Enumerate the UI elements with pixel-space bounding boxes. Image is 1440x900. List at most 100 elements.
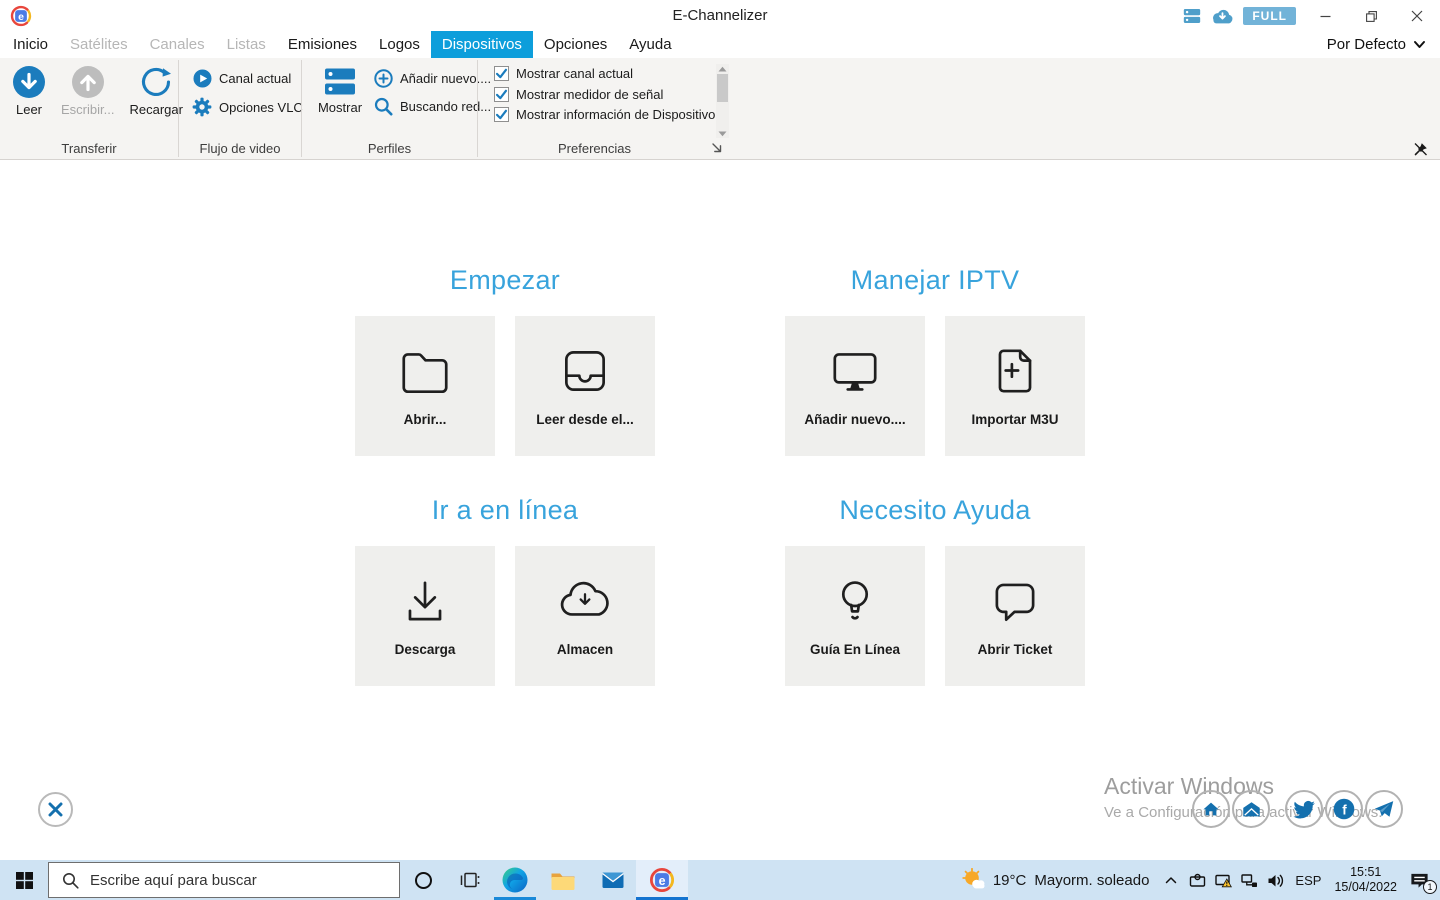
- facebook-icon: f: [1327, 790, 1361, 828]
- receiver-icon: [556, 342, 614, 400]
- tab-listas[interactable]: Listas: [216, 31, 277, 58]
- preferences-scrollbar[interactable]: [716, 64, 729, 138]
- pref-mostrar-info-dispositivo[interactable]: Mostrar información de Dispositivo: [494, 107, 715, 122]
- scroll-down-icon[interactable]: [716, 129, 729, 138]
- profile-selector[interactable]: Por Defecto: [1327, 31, 1426, 58]
- telegram-icon: [1371, 796, 1397, 822]
- home-icon: [1199, 797, 1223, 821]
- edge-taskbar-button[interactable]: [492, 860, 538, 900]
- tile-almacen[interactable]: Almacen: [515, 546, 655, 686]
- tab-inicio[interactable]: Inicio: [2, 31, 59, 58]
- weather-condition[interactable]: Mayorm. soleado: [1034, 872, 1149, 889]
- chat-bubble-icon: [986, 572, 1044, 630]
- tile-importar-m3u[interactable]: Importar M3U: [945, 316, 1085, 456]
- action-center-button[interactable]: 1: [1409, 871, 1430, 890]
- cloud-download-icon: [556, 572, 614, 630]
- close-welcome-button[interactable]: [38, 792, 73, 827]
- section-empezar: Empezar Abrir... Leer desde el...: [355, 266, 655, 456]
- search-input[interactable]: [90, 872, 360, 889]
- canal-actual-button[interactable]: Canal actual: [193, 69, 291, 88]
- buscando-red-button[interactable]: Buscando red...: [374, 97, 491, 116]
- weather-temp[interactable]: 19°C: [993, 872, 1027, 889]
- upload-circle-icon: [71, 65, 105, 99]
- anadir-nuevo-button[interactable]: Añadir nuevo....: [374, 69, 491, 88]
- scrollbar-thumb[interactable]: [717, 74, 728, 102]
- echannelizer-taskbar-button[interactable]: e: [636, 860, 688, 900]
- lightbulb-icon: [826, 572, 884, 630]
- weather-icon[interactable]: [962, 868, 986, 892]
- gear-icon: [192, 97, 212, 117]
- tab-ayuda[interactable]: Ayuda: [618, 31, 682, 58]
- pref-mostrar-canal-actual[interactable]: Mostrar canal actual: [494, 66, 633, 81]
- task-view-button[interactable]: [446, 860, 492, 900]
- tile-guia-en-linea[interactable]: Guía En Línea: [785, 546, 925, 686]
- group-title-transferir: Transferir: [0, 141, 178, 156]
- chevron-down-icon: [1413, 38, 1426, 51]
- group-title-flujo-video: Flujo de video: [179, 141, 301, 156]
- tab-opciones[interactable]: Opciones: [533, 31, 618, 58]
- language-indicator[interactable]: ESP: [1295, 873, 1321, 888]
- twitter-icon: [1287, 790, 1321, 828]
- ribbon-group-flujo-video: Canal actual Opciones VLC Flujo de video: [179, 58, 301, 159]
- tile-anadir-nuevo[interactable]: Añadir nuevo....: [785, 316, 925, 456]
- volume-icon[interactable]: [1267, 872, 1284, 889]
- opciones-vlc-button[interactable]: Opciones VLC: [192, 97, 303, 117]
- folder-icon: [396, 342, 454, 400]
- reload-icon: [139, 65, 173, 99]
- scroll-up-icon[interactable]: [716, 64, 729, 73]
- svg-text:e: e: [659, 874, 666, 888]
- file-plus-icon: [986, 342, 1044, 400]
- pref-mostrar-medidor-senal[interactable]: Mostrar medidor de señal: [494, 87, 663, 102]
- close-button[interactable]: [1394, 0, 1440, 32]
- search-icon: [62, 872, 79, 889]
- tab-logos[interactable]: Logos: [368, 31, 431, 58]
- tile-descarga[interactable]: Descarga: [355, 546, 495, 686]
- checkbox-checked[interactable]: [494, 87, 509, 102]
- edge-icon: [502, 867, 528, 893]
- date: 15/04/2022: [1334, 880, 1397, 895]
- tab-dispositivos[interactable]: Dispositivos: [431, 31, 533, 58]
- cortana-button[interactable]: [400, 860, 446, 900]
- mail-button[interactable]: [590, 860, 636, 900]
- profiles-list-icon[interactable]: [1183, 7, 1201, 25]
- tray-chevron-up-icon[interactable]: [1164, 874, 1178, 887]
- svg-text:f: f: [1342, 802, 1347, 817]
- tile-abrir-ticket[interactable]: Abrir Ticket: [945, 546, 1085, 686]
- email-link[interactable]: [1232, 790, 1270, 828]
- cloud-sync-icon[interactable]: [1210, 7, 1234, 26]
- file-explorer-button[interactable]: [540, 860, 586, 900]
- unpin-ribbon-icon[interactable]: [1413, 142, 1428, 157]
- ribbon-group-transferir: Leer Escribir... Recargar Transferir: [0, 58, 178, 159]
- display-warning-icon[interactable]: [1215, 872, 1232, 889]
- network-icon[interactable]: [1241, 872, 1258, 889]
- tile-abrir[interactable]: Abrir...: [355, 316, 495, 456]
- tab-satelites[interactable]: Satélites: [59, 31, 139, 58]
- taskbar-search[interactable]: [48, 862, 400, 898]
- tab-canales[interactable]: Canales: [139, 31, 216, 58]
- dialog-launcher-icon[interactable]: [711, 142, 723, 154]
- server-list-icon: [324, 67, 356, 97]
- section-title: Manejar IPTV: [785, 266, 1085, 294]
- plus-circle-icon: [374, 69, 393, 88]
- mostrar-button[interactable]: Mostrar: [310, 65, 370, 117]
- meet-now-icon[interactable]: [1189, 872, 1206, 889]
- start-button[interactable]: [0, 860, 48, 900]
- tab-emisiones[interactable]: Emisiones: [277, 31, 368, 58]
- minimize-button[interactable]: [1302, 0, 1348, 32]
- telegram-link[interactable]: [1365, 790, 1403, 828]
- section-title: Necesito Ayuda: [785, 496, 1085, 524]
- tile-leer-desde-el[interactable]: Leer desde el...: [515, 316, 655, 456]
- checkbox-checked[interactable]: [494, 107, 509, 122]
- clock[interactable]: 15:51 15/04/2022: [1334, 865, 1397, 895]
- checkbox-checked[interactable]: [494, 66, 509, 81]
- facebook-link[interactable]: f: [1325, 790, 1363, 828]
- download-icon: [396, 572, 454, 630]
- home-link[interactable]: [1192, 790, 1230, 828]
- license-badge: FULL: [1243, 7, 1296, 25]
- search-icon: [374, 97, 393, 116]
- ribbon-group-perfiles: Mostrar Añadir nuevo.... Buscando red...…: [302, 58, 477, 159]
- twitter-link[interactable]: [1285, 790, 1323, 828]
- monitor-icon: [826, 342, 884, 400]
- section-necesito-ayuda: Necesito Ayuda Guía En Línea Abrir Ticke…: [785, 496, 1085, 686]
- restore-button[interactable]: [1348, 0, 1394, 32]
